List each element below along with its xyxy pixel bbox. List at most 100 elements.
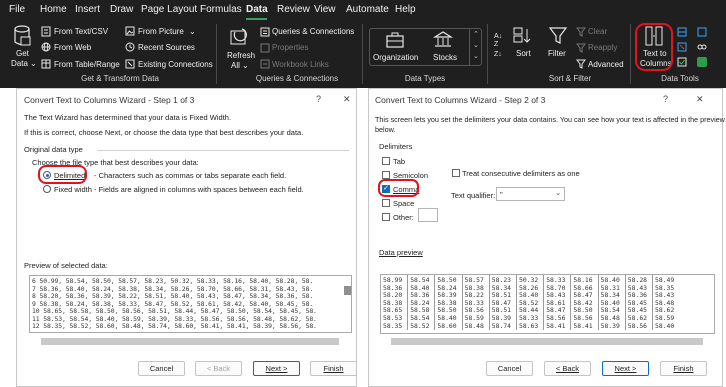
text-csv-icon bbox=[41, 26, 51, 39]
finish-button[interactable]: Finish bbox=[310, 361, 357, 376]
preview-box: 6 50.99, 58.54, 58.50, 58.57, 58.23, 50.… bbox=[29, 275, 352, 333]
menu-view[interactable]: View bbox=[314, 4, 336, 15]
next-button[interactable]: Next > bbox=[602, 361, 649, 376]
from-web-button[interactable]: From Web bbox=[54, 43, 91, 52]
preview-cell: 58.41 bbox=[573, 321, 593, 330]
menu-data[interactable]: Data bbox=[246, 4, 268, 15]
finish-text: Finish bbox=[673, 364, 694, 373]
sort-filter-group-label: Sort & Filter bbox=[548, 74, 592, 83]
other-delimiter-input[interactable] bbox=[418, 208, 438, 222]
horizontal-scrollbar[interactable] bbox=[391, 338, 703, 345]
fixed-width-radio[interactable] bbox=[43, 185, 51, 193]
preview-cell: 58.40 bbox=[655, 321, 675, 330]
space-label[interactable]: Space bbox=[393, 199, 414, 208]
fixed-width-label[interactable]: Fixed width bbox=[54, 185, 92, 194]
workbook-links-button[interactable]: Workbook Links bbox=[272, 60, 329, 69]
picture-icon bbox=[125, 26, 135, 38]
from-table-range-button[interactable]: From Table/Range bbox=[54, 60, 120, 69]
menu-file[interactable]: File bbox=[9, 4, 25, 15]
column-separator bbox=[434, 275, 436, 331]
refresh-all-button[interactable]: Refresh bbox=[227, 51, 255, 60]
other-label[interactable]: Other: bbox=[393, 213, 414, 222]
intro-line2: below. bbox=[375, 125, 396, 134]
get-data-button-line2[interactable]: Data bbox=[11, 59, 28, 68]
column-separator bbox=[652, 275, 653, 331]
refresh-icon bbox=[230, 28, 248, 48]
space-checkbox[interactable] bbox=[382, 199, 390, 207]
advanced-button[interactable]: Advanced bbox=[588, 60, 624, 69]
menu-help[interactable]: Help bbox=[395, 4, 416, 15]
finish-button[interactable]: Finish bbox=[660, 361, 707, 376]
cancel-button[interactable]: Cancel bbox=[138, 361, 185, 376]
sort-az-icon: A↓ Z Z↓ bbox=[494, 30, 506, 62]
tab-checkbox[interactable] bbox=[382, 157, 390, 165]
dialog-title: Convert Text to Columns Wizard - Step 1 … bbox=[24, 95, 195, 105]
sort-button[interactable]: Sort bbox=[516, 49, 531, 58]
workbook-links-icon bbox=[260, 59, 270, 71]
refresh-all-line2[interactable]: All bbox=[231, 61, 240, 70]
next-button[interactable]: Next > bbox=[253, 361, 300, 376]
back-button[interactable]: < Back bbox=[195, 361, 242, 376]
stocks-button[interactable]: Stocks bbox=[433, 53, 457, 62]
menu-home[interactable]: Home bbox=[40, 4, 67, 15]
menu-draw[interactable]: Draw bbox=[110, 4, 133, 15]
svg-text:Z↓: Z↓ bbox=[494, 51, 502, 58]
existing-connections-icon bbox=[125, 59, 135, 71]
column-separator bbox=[461, 275, 463, 331]
data-types-group-label: Data Types bbox=[404, 74, 446, 83]
data-types-scroll[interactable]: ⌃ ⌄ ⌄ bbox=[469, 29, 481, 65]
preview-cell: 58.74 bbox=[491, 321, 512, 330]
close-button[interactable]: ✕ bbox=[343, 94, 351, 105]
vertical-scrollbar[interactable] bbox=[344, 286, 351, 295]
recent-sources-button[interactable]: Recent Sources bbox=[138, 43, 195, 52]
highlight-annotation bbox=[378, 179, 419, 197]
help-button[interactable]: ? bbox=[663, 94, 668, 104]
menu-formulas[interactable]: Formulas bbox=[200, 4, 242, 15]
recent-sources-icon bbox=[125, 42, 135, 54]
preview-cell: 58.56 bbox=[627, 321, 648, 330]
delimiters-label: Delimiters bbox=[379, 142, 413, 151]
clear-icon bbox=[576, 27, 586, 39]
clear-button[interactable]: Clear bbox=[588, 27, 607, 36]
organization-icon bbox=[386, 32, 404, 50]
queries-connections-button[interactable]: Queries & Connections bbox=[272, 27, 354, 36]
ribbon-separator bbox=[630, 24, 631, 84]
queries-group-label: Queries & Connections bbox=[255, 74, 339, 83]
from-picture-button[interactable]: From Picture bbox=[138, 27, 184, 36]
flash-fill-icon bbox=[677, 27, 687, 39]
web-icon bbox=[41, 42, 51, 54]
get-data-chevron-icon: ⌄ bbox=[30, 59, 37, 68]
treat-consecutive-checkbox[interactable] bbox=[452, 169, 460, 177]
text-qualifier-value: " bbox=[500, 190, 503, 199]
get-data-button[interactable]: Get bbox=[16, 49, 29, 58]
reapply-button[interactable]: Reapply bbox=[588, 43, 617, 52]
menu-page-layout[interactable]: Page Layout bbox=[141, 4, 197, 15]
back-button[interactable]: < Back bbox=[544, 361, 591, 376]
text-qualifier-select[interactable]: " ⌄ bbox=[496, 187, 565, 201]
intro-line1: This screen lets you set the delimiters … bbox=[375, 115, 725, 124]
semicolon-checkbox[interactable] bbox=[382, 171, 390, 179]
cancel-button[interactable]: Cancel bbox=[486, 361, 533, 376]
highlight-annotation bbox=[38, 165, 87, 184]
menu-automate[interactable]: Automate bbox=[346, 4, 389, 15]
existing-connections-button[interactable]: Existing Connections bbox=[138, 60, 213, 69]
preview-label: Preview of selected data: bbox=[24, 261, 108, 270]
from-text-csv-button[interactable]: From Text/CSV bbox=[54, 27, 108, 36]
horizontal-scrollbar[interactable] bbox=[41, 338, 339, 345]
tab-label[interactable]: Tab bbox=[393, 157, 405, 166]
back-text: < Back bbox=[555, 364, 580, 373]
other-checkbox[interactable] bbox=[382, 213, 390, 221]
properties-button[interactable]: Properties bbox=[272, 43, 308, 52]
organization-button[interactable]: Organization bbox=[373, 53, 418, 62]
column-separator bbox=[407, 275, 409, 331]
wizard-info-line1: The Text Wizard has determined that your… bbox=[24, 113, 232, 122]
menu-review[interactable]: Review bbox=[277, 4, 310, 15]
close-button[interactable]: ✕ bbox=[696, 94, 704, 105]
treat-consecutive-label[interactable]: Treat consecutive delimiters as one bbox=[462, 169, 580, 178]
menu-insert[interactable]: Insert bbox=[75, 4, 100, 15]
ribbon-separator bbox=[216, 24, 217, 84]
help-button[interactable]: ? bbox=[316, 94, 321, 104]
wizard-step1-dialog: Convert Text to Columns Wizard - Step 1 … bbox=[16, 88, 357, 387]
filter-button[interactable]: Filter bbox=[548, 49, 566, 58]
next-text: Next > bbox=[265, 364, 288, 373]
